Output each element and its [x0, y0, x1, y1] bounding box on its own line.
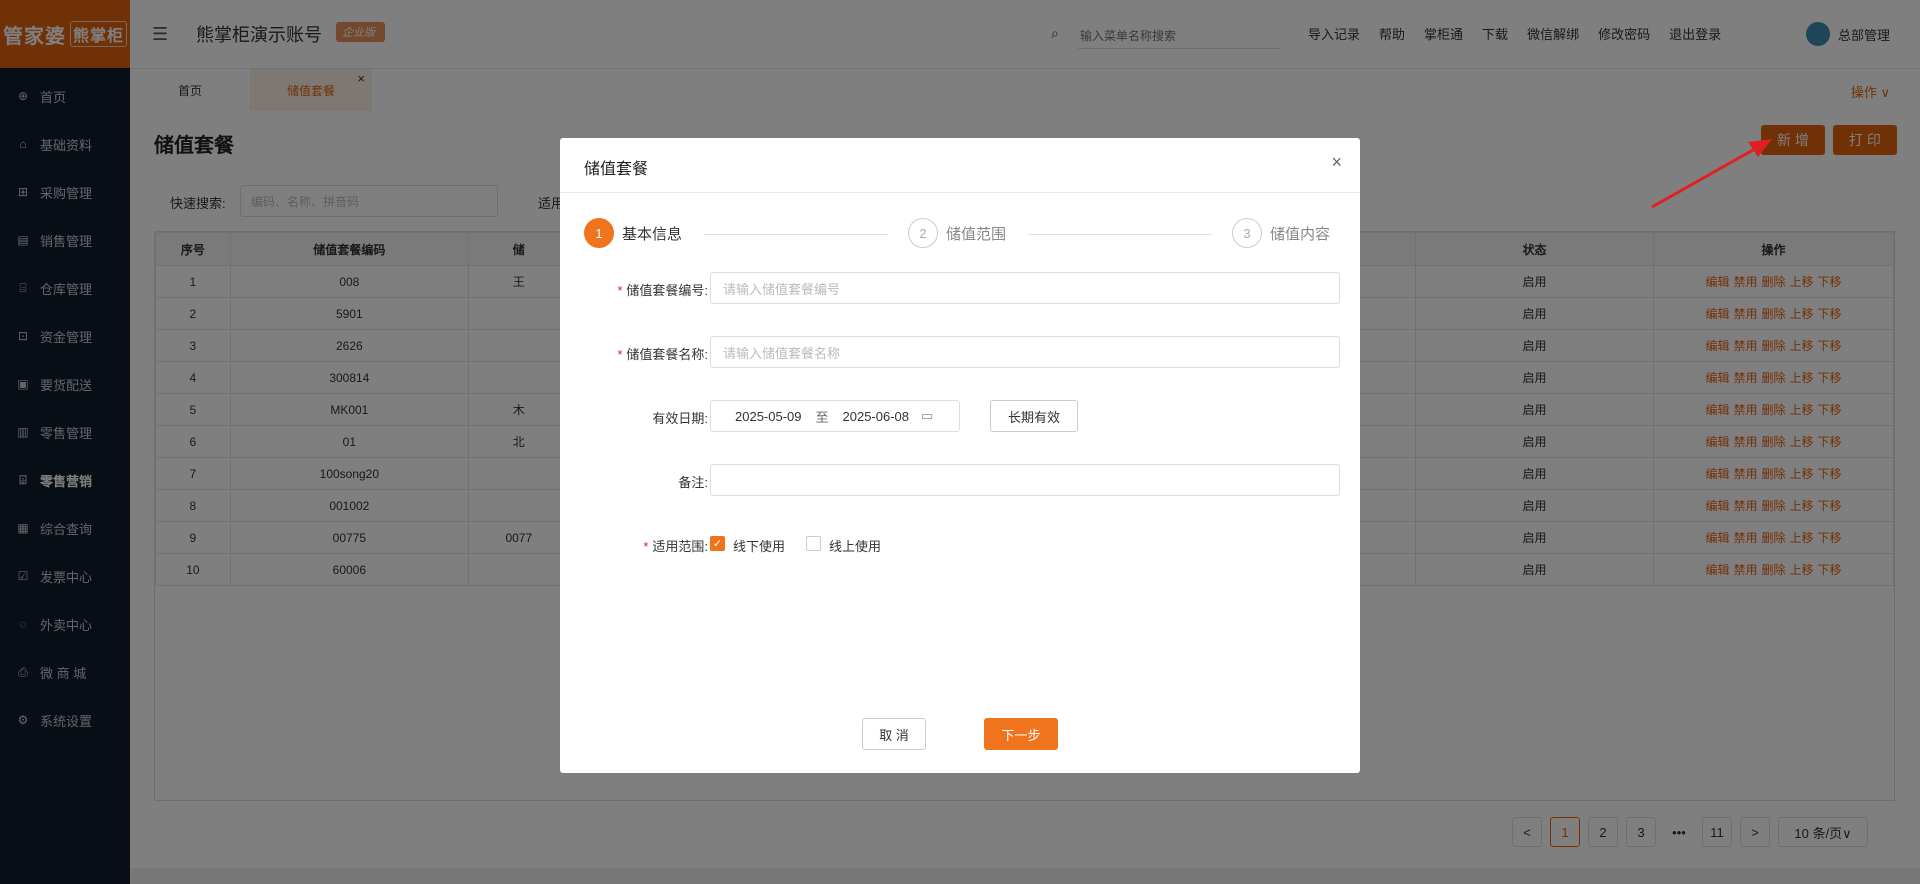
step-number: 1 [584, 218, 614, 248]
online-label: 线上使用 [829, 539, 882, 554]
online-checkbox[interactable] [806, 536, 821, 551]
step-divider [704, 234, 888, 235]
stored-value-dialog: 储值套餐 × 1 基本信息 2 储值范围 3 储值内容 * 储值套餐编号: 请输入… [560, 138, 1360, 773]
step-basic-info: 1 基本信息 [584, 218, 682, 248]
step-scope: 2 储值范围 [908, 218, 1006, 248]
step-number: 2 [908, 218, 938, 248]
form-row-date: 有效日期: 2025-05-09 至 2025-06-08 ▭ 长期有效 [560, 400, 1360, 432]
offline-checkbox[interactable]: ✓ [710, 536, 725, 551]
step-divider [1028, 234, 1212, 235]
steps: 1 基本信息 2 储值范围 3 储值内容 [584, 218, 1336, 252]
step-label: 储值内容 [1270, 225, 1331, 243]
step-label: 基本信息 [622, 225, 683, 243]
calendar-icon: ▭ [921, 408, 934, 423]
date-range-picker[interactable]: 2025-05-09 至 2025-06-08 ▭ [710, 400, 960, 432]
code-input[interactable]: 请输入储值套餐编号 [710, 272, 1340, 304]
name-label: * 储值套餐名称: [617, 347, 708, 362]
long-valid-button[interactable]: 长期有效 [990, 400, 1078, 432]
form-row-remark: 备注: [560, 464, 1360, 496]
step-label: 储值范围 [946, 225, 1007, 243]
next-step-button[interactable]: 下一步 [984, 718, 1058, 750]
form-row-name: * 储值套餐名称: 请输入储值套餐名称 [560, 336, 1360, 368]
date-start: 2025-05-09 [735, 408, 802, 424]
form-row-scope: * 适用范围: ✓ 线下使用 线上使用 [560, 528, 1360, 560]
name-input[interactable]: 请输入储值套餐名称 [710, 336, 1340, 368]
code-label: * 储值套餐编号: [617, 283, 708, 298]
cancel-button[interactable]: 取 消 [862, 718, 926, 750]
dialog-header: 储值套餐 × [560, 138, 1360, 193]
scope-label: * 适用范围: [643, 539, 708, 554]
date-end: 2025-06-08 [842, 408, 910, 424]
remark-label: 备注: [678, 475, 708, 490]
offline-label: 线下使用 [733, 539, 786, 554]
date-label: 有效日期: [652, 411, 708, 426]
form-row-code: * 储值套餐编号: 请输入储值套餐编号 [560, 272, 1360, 304]
step-number: 3 [1232, 218, 1262, 248]
remark-input[interactable] [710, 464, 1340, 496]
close-icon[interactable]: × [1331, 152, 1342, 173]
step-content: 3 储值内容 [1232, 218, 1330, 248]
date-separator: 至 [815, 409, 829, 425]
dialog-title: 储值套餐 [584, 161, 649, 178]
